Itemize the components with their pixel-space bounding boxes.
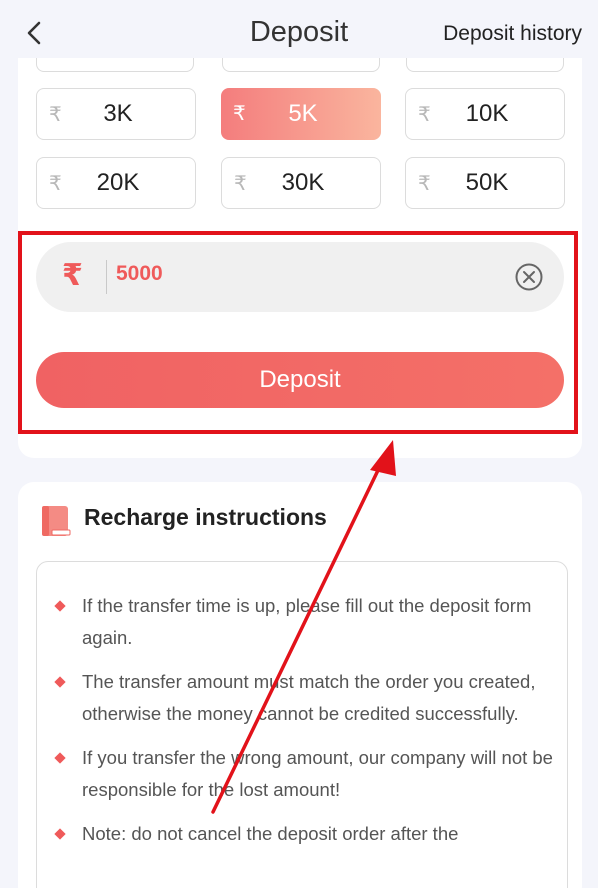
rupee-icon: ₹ (49, 173, 62, 195)
clear-icon[interactable] (514, 262, 544, 292)
deposit-button[interactable]: Deposit (36, 352, 564, 408)
instructions-title: Recharge instructions (84, 504, 327, 530)
rupee-icon: ₹ (233, 103, 246, 125)
amount-chip[interactable]: ₹ 30K (221, 157, 381, 209)
amount-chip[interactable]: ₹ 3K (36, 88, 196, 140)
deposit-history-link[interactable]: Deposit history (443, 22, 582, 46)
amount-chip[interactable]: ₹ 10K (405, 88, 565, 140)
input-divider (106, 260, 107, 294)
amount-chip-selected[interactable]: ₹ 5K (221, 88, 381, 140)
rupee-icon: ₹ (234, 173, 247, 195)
instruction-text: Note: do not cancel the deposit order af… (82, 823, 459, 844)
rupee-icon: ₹ (62, 259, 83, 292)
amount-chip-partial (36, 58, 194, 72)
rupee-icon: ₹ (418, 104, 431, 126)
diamond-bullet-icon (54, 752, 66, 764)
instruction-text: If you transfer the wrong amount, our co… (82, 747, 553, 800)
chevron-left-icon[interactable] (22, 20, 48, 46)
list-item: Note: do not cancel the deposit order af… (54, 818, 554, 850)
instruction-text: The transfer amount must match the order… (82, 671, 536, 724)
list-item: If the transfer time is up, please fill … (54, 590, 554, 654)
instruction-text: If the transfer time is up, please fill … (82, 595, 532, 648)
diamond-bullet-icon (54, 828, 66, 840)
amount-input-value[interactable]: 5000 (116, 262, 163, 286)
amount-chip-partial (406, 58, 564, 72)
amount-chip[interactable]: ₹ 50K (405, 157, 565, 209)
rupee-icon: ₹ (418, 173, 431, 195)
amount-chip[interactable]: ₹ 20K (36, 157, 196, 209)
list-item: The transfer amount must match the order… (54, 666, 554, 730)
rupee-icon: ₹ (49, 104, 62, 126)
amount-chip-partial (222, 58, 380, 72)
amount-input[interactable]: ₹ 5000 (36, 242, 564, 312)
book-icon (42, 506, 71, 536)
instructions-list: If the transfer time is up, please fill … (54, 590, 554, 862)
diamond-bullet-icon (54, 600, 66, 612)
diamond-bullet-icon (54, 676, 66, 688)
list-item: If you transfer the wrong amount, our co… (54, 742, 554, 806)
